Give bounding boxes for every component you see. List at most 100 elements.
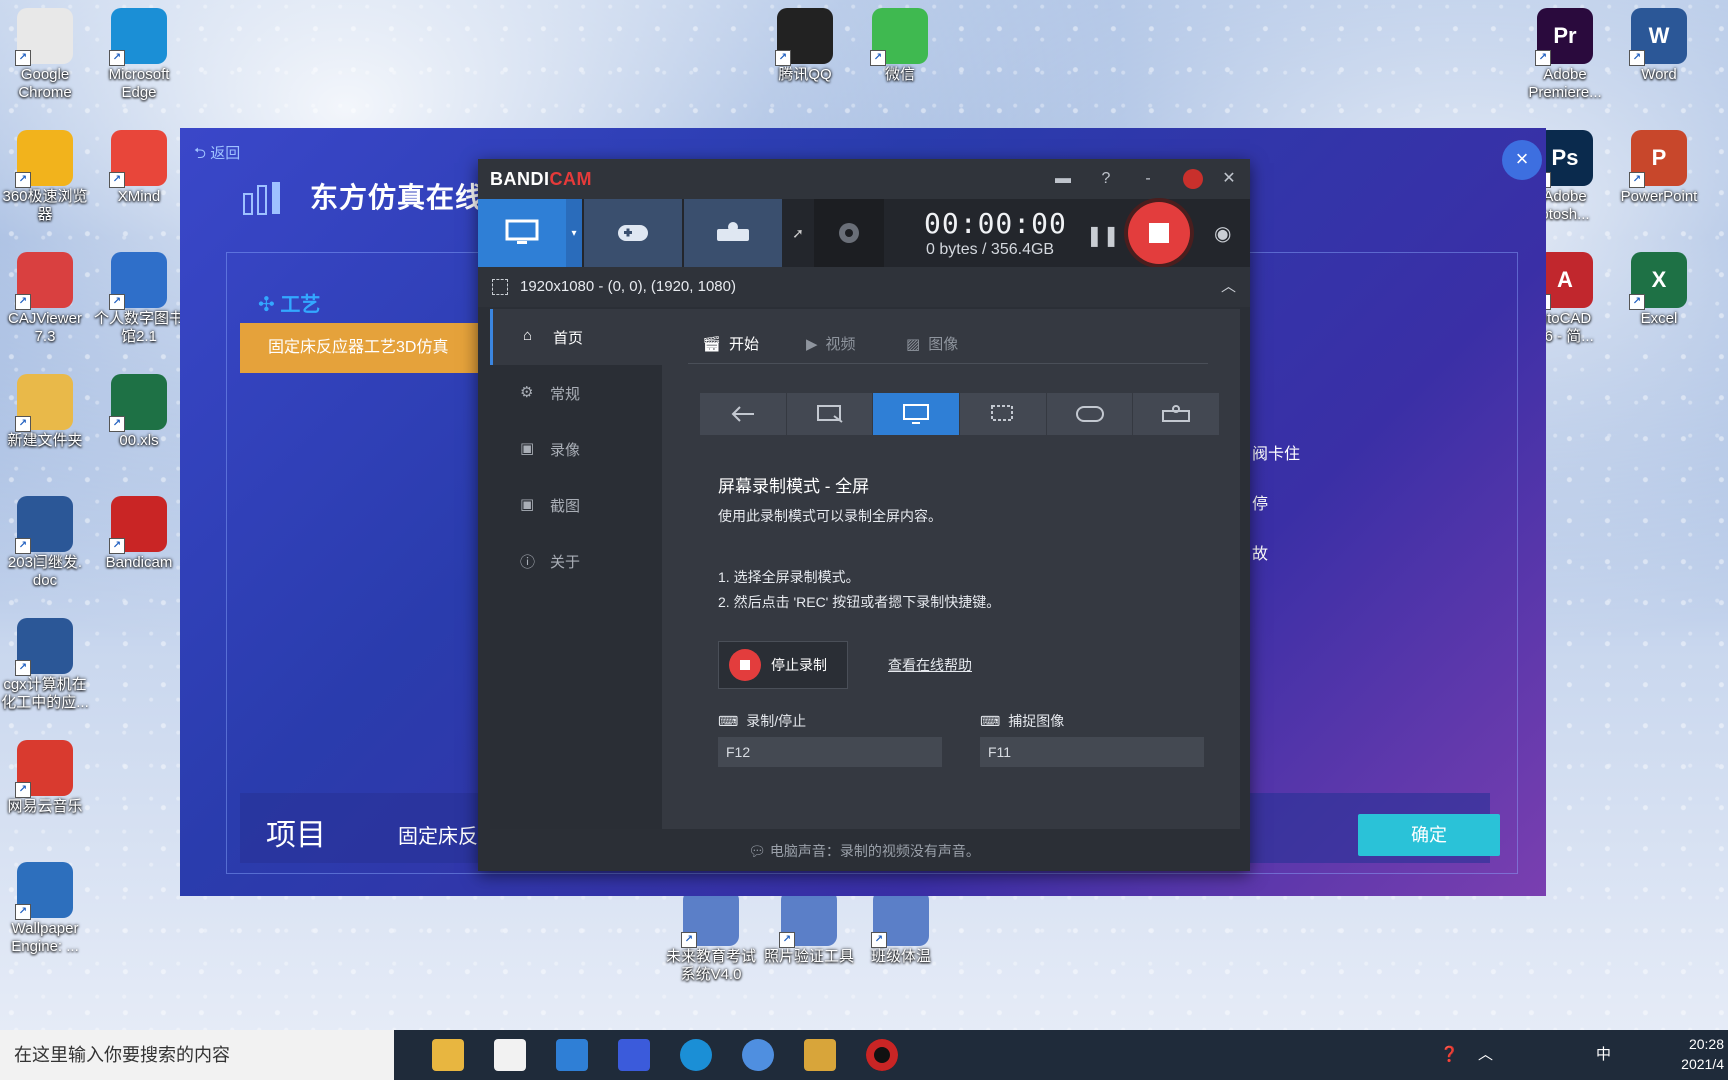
image-icon: ▨ (906, 335, 921, 353)
desktop-shortcut[interactable]: ↗ 网易云音乐 (0, 740, 90, 816)
shortcut-arrow-icon: ↗ (109, 294, 125, 310)
tray-chevron-up-icon[interactable]: ︿ (1478, 1030, 1493, 1080)
hdmi-icon (1162, 405, 1191, 422)
desktop-shortcut-label: Bandicam (105, 554, 173, 571)
keyboard-icon: ⌨ (718, 712, 739, 729)
desktop-shortcut[interactable]: ↗ Microsoft Edge (94, 8, 184, 102)
sidebar-item-general[interactable]: ⚙ 常规 (490, 365, 662, 421)
gamepad-icon (1075, 406, 1104, 422)
desktop-shortcut[interactable]: ↗ 00.xls (94, 374, 184, 450)
desktop-shortcut[interactable]: Pr ↗ Adobe Premiere... (1520, 8, 1610, 102)
desktop-shortcut[interactable]: ↗ CAJViewer 7.3 (0, 252, 90, 346)
monitor-icon (505, 219, 539, 244)
desktop-shortcut[interactable]: ↗ 个人数字图书 馆2.1 (94, 252, 184, 346)
collapse-icon[interactable]: ︿ (1221, 267, 1236, 307)
game-mode-button[interactable] (584, 199, 682, 267)
mode-description: 使用此录制模式可以录制全屏内容。 (718, 508, 942, 524)
shortcut-arrow-icon: ↗ (109, 50, 125, 66)
desktop-shortcut[interactable]: ↗ 腾讯QQ (760, 8, 850, 84)
home-tabs: 🎬︎ 开始 ▶ 视频 ▨ 图像 (688, 327, 1208, 364)
region-icon (492, 279, 508, 296)
taskbar-search-input[interactable]: 在这里输入你要搜索的内容 (0, 1030, 394, 1080)
record-stop-button[interactable] (1128, 202, 1190, 264)
mode-back-button[interactable] (700, 393, 787, 435)
desktop-shortcut[interactable]: ↗ Google Chrome (0, 8, 90, 102)
tray-help-icon[interactable]: ❓ (1440, 1030, 1459, 1080)
desktop-shortcut-label: PowerPoint (1620, 188, 1698, 205)
help-icon[interactable]: ? (1091, 165, 1121, 193)
shortcut-arrow-icon: ↗ (681, 932, 697, 948)
desktop-shortcut[interactable]: X ↗ Excel (1614, 252, 1704, 328)
vs-code-icon[interactable] (618, 1039, 650, 1071)
taskbar-clock[interactable]: 20:28 2021/4 (1681, 1034, 1724, 1074)
close-icon[interactable]: ✕ (1214, 165, 1244, 193)
app-close-button[interactable]: × (1502, 140, 1542, 180)
tab-video[interactable]: ▶ 视频 (806, 333, 856, 354)
mode-window-button[interactable] (786, 393, 874, 435)
tab-image[interactable]: ▨ 图像 (906, 333, 958, 354)
desktop-shortcut[interactable]: ↗ 照片验证工具 (764, 890, 854, 966)
mail-icon[interactable] (556, 1039, 588, 1071)
store-icon[interactable] (494, 1039, 526, 1071)
xmind-icon: ↗ (109, 130, 167, 188)
hdmi-icon (717, 222, 749, 241)
mode-hdmi-button[interactable] (1133, 393, 1221, 435)
desktop-shortcut[interactable]: ↗ 微信 (855, 8, 945, 84)
desktop-shortcut[interactable]: ↗ XMind (94, 130, 184, 206)
desktop-shortcut[interactable]: ↗ 未来教育考试 系统V4.0 (666, 890, 756, 984)
sidebar-item-video[interactable]: ▣ 录像 (490, 421, 662, 477)
hotkey-capture-field[interactable]: F11 (980, 737, 1204, 767)
image-settings-icon: ▣ (520, 496, 535, 513)
screen-mode-button[interactable] (478, 199, 566, 267)
desktop-shortcut[interactable]: P ↗ PowerPoint (1614, 130, 1704, 206)
edge-icon[interactable] (680, 1039, 712, 1071)
bandicam-titlebar: BANDICAM ▬ ? - ✕ (478, 159, 1250, 199)
sidebar-item-about[interactable]: ⓘ 关于 (490, 533, 662, 589)
ok-button[interactable]: 确定 (1358, 814, 1500, 856)
pause-icon[interactable]: ❚❚ (1086, 223, 1120, 248)
screen-mode-dropdown[interactable]: ▾ (566, 199, 582, 267)
stop-record-button[interactable]: 停止录制 (718, 641, 848, 689)
bandicam-taskbar-icon[interactable] (866, 1039, 898, 1071)
desktop-shortcut[interactable]: ↗ 新建文件夹 (0, 374, 90, 450)
desktop-shortcut-label: 班级体温 (870, 948, 931, 965)
app-card-icon[interactable] (804, 1039, 836, 1071)
desktop-shortcut[interactable]: ↗ Wallpaper Engine: ... (0, 862, 90, 956)
shortcut-arrow-icon: ↗ (109, 416, 125, 432)
hotkey-record-field[interactable]: F12 (718, 737, 942, 767)
desktop-shortcut[interactable]: ↗ cgx计算机在 化工中的应... (0, 618, 90, 712)
desktop-shortcut[interactable]: ↗ Bandicam (94, 496, 184, 572)
desktop-shortcut[interactable]: ↗ 360极速浏览 器 (0, 130, 90, 224)
mode-game-button[interactable] (1046, 393, 1134, 435)
desktop-shortcut[interactable]: ↗ 班级体温 (856, 890, 946, 966)
sidebar-item-screenshot[interactable]: ▣ 截图 (490, 477, 662, 533)
shortcut-arrow-icon: ↗ (1629, 172, 1645, 188)
minimize-button[interactable] (1178, 165, 1208, 193)
tab-start[interactable]: 🎬︎ 开始 (702, 333, 759, 354)
tray-language[interactable]: 中 (1596, 1030, 1611, 1080)
desktop-shortcut[interactable]: W ↗ Word (1614, 8, 1704, 84)
back-link[interactable]: ⮌ 返回 (194, 142, 240, 168)
browser-icon[interactable] (742, 1039, 774, 1071)
hdmi-mode-button[interactable] (684, 199, 782, 267)
desktop-shortcut[interactable]: ↗ 203闫继发. doc (0, 496, 90, 590)
webcam-icon (839, 223, 859, 243)
hotkey-record-label: ⌨ 录制/停止 (718, 712, 807, 730)
step-1: 1. 选择全屏录制模式。 (718, 569, 860, 585)
sidebar-item-home[interactable]: ⌂ 首页 (490, 309, 662, 365)
minimize-to-tray-icon[interactable]: - (1133, 165, 1163, 193)
cursor-mic-buttons[interactable]: ➚ (784, 199, 812, 267)
selected-process-item[interactable]: 固定床反应器工艺3D仿真 (240, 323, 480, 373)
desktop-shortcut-label: XMind (117, 188, 161, 205)
camera-icon[interactable]: ◉ (1214, 221, 1231, 246)
file-explorer-icon[interactable] (432, 1039, 464, 1071)
online-help-link[interactable]: 查看在线帮助 (888, 655, 972, 675)
mode-region-button[interactable] (960, 393, 1047, 435)
netease-music-icon: ↗ (15, 740, 73, 798)
premiere-icon: Pr ↗ (1535, 8, 1593, 66)
chrome-icon: ↗ (15, 8, 73, 66)
webcam-button[interactable] (814, 199, 884, 267)
folder-icon[interactable]: ▬ (1048, 165, 1078, 193)
mode-fullscreen-button[interactable] (873, 393, 961, 435)
side-text-2: 停 (1252, 496, 1269, 513)
